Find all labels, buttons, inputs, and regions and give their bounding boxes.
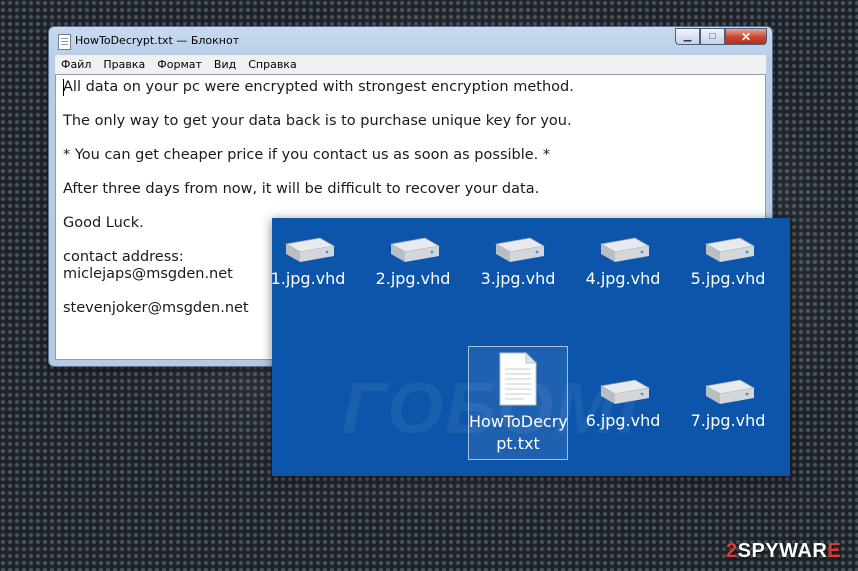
file-label-line-1: HowToDecry (469, 412, 568, 431)
close-button[interactable]: ✕ (725, 28, 767, 45)
menu-view[interactable]: Вид (214, 58, 236, 71)
drive-icon (704, 379, 756, 404)
maximize-button[interactable]: □ (700, 28, 725, 45)
minimize-button[interactable]: ▁ (675, 28, 700, 45)
notepad-title: HowToDecrypt.txt — Блокнот (75, 34, 240, 47)
file-label-line-2: pt.txt (496, 434, 540, 453)
file-item-4[interactable]: 4.jpg.vhd (573, 234, 673, 290)
file-label: 5.jpg.vhd (690, 269, 766, 288)
file-label: 1.jpg.vhd (272, 269, 346, 288)
menu-file[interactable]: Файл (61, 58, 91, 71)
ransom-line-3: * You can get cheaper price if you conta… (63, 147, 551, 163)
notepad-titlebar[interactable]: HowToDecrypt.txt — Блокнот ▁ □ ✕ (49, 27, 772, 55)
drive-icon (389, 237, 441, 262)
contact-label: contact address: (63, 249, 184, 265)
file-label: 7.jpg.vhd (690, 411, 766, 430)
window-controls: ▁ □ ✕ (675, 28, 767, 45)
file-item-2[interactable]: 2.jpg.vhd (363, 234, 463, 290)
file-item-3[interactable]: 3.jpg.vhd (468, 234, 568, 290)
drive-icon (704, 237, 756, 262)
menu-help[interactable]: Справка (248, 58, 296, 71)
file-item-6[interactable]: 6.jpg.vhd (573, 376, 673, 432)
ransom-line-4: After three days from now, it will be di… (63, 181, 540, 197)
drive-icon (599, 237, 651, 262)
notepad-app-icon (58, 34, 71, 50)
drive-icon (494, 237, 546, 262)
file-item-5[interactable]: 5.jpg.vhd (678, 234, 778, 290)
file-label: 3.jpg.vhd (480, 269, 556, 288)
logo-text-end: E (827, 540, 842, 562)
file-item-howtodecrypt[interactable]: HowToDecry pt.txt (468, 346, 568, 460)
file-item-7[interactable]: 7.jpg.vhd (678, 376, 778, 432)
file-label: 4.jpg.vhd (585, 269, 661, 288)
file-label: 6.jpg.vhd (585, 411, 661, 430)
contact-email-1: miclejaps@msgden.net (63, 266, 233, 282)
minimize-icon: ▁ (683, 31, 692, 42)
notepad-menubar: Файл Правка Формат Вид Справка (55, 55, 766, 75)
maximize-icon: □ (709, 31, 716, 42)
close-icon: ✕ (740, 29, 752, 44)
logo-text: SPYWAR (737, 540, 828, 562)
menu-format[interactable]: Формат (157, 58, 202, 71)
file-label: 2.jpg.vhd (375, 269, 451, 288)
ransom-line-2: The only way to get your data back is to… (63, 113, 572, 129)
contact-email-2: stevenjoker@msgden.net (63, 300, 249, 316)
spyware-logo: 2SPYWARE (726, 540, 841, 563)
drive-icon (599, 379, 651, 404)
text-file-icon (499, 351, 538, 406)
ransom-line-1: All data on your pc were encrypted with … (63, 79, 574, 95)
logo-number: 2 (726, 540, 738, 562)
explorer-file-panel: ГОБОМІ 1.jpg.vhd 2.jpg.vhd 3.jpg.vhd 4.j… (272, 218, 790, 476)
menu-edit[interactable]: Правка (103, 58, 145, 71)
drive-icon (284, 237, 336, 262)
ransom-line-5: Good Luck. (63, 215, 144, 231)
file-item-1[interactable]: 1.jpg.vhd (272, 234, 358, 290)
